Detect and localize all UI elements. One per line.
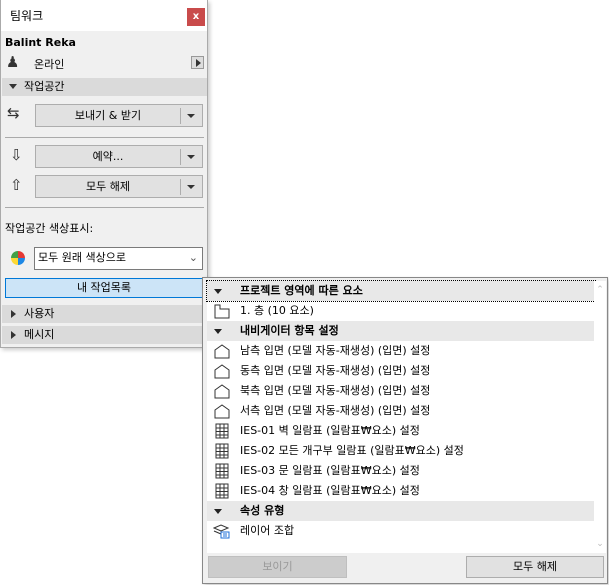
release-all-popup-button[interactable]: 모두 해제: [466, 556, 604, 578]
list-item[interactable]: IES-04 창 일람표 (일람표₩요소) 설정: [207, 481, 595, 501]
list-item[interactable]: 동측 입면 (모델 자동-재생성) (입면) 설정: [207, 361, 595, 381]
chevron-down-icon: ⌄: [188, 251, 198, 264]
color-label: 작업공간 색상표시:: [5, 222, 94, 235]
title-bar[interactable]: 팀워크 x: [1, 0, 207, 31]
select-value: 모두 원래 색상으로: [38, 251, 126, 264]
messages-section-header[interactable]: 메시지: [2, 326, 207, 344]
schedule-icon: [213, 483, 231, 499]
collapse-icon[interactable]: [214, 329, 222, 334]
divider: [5, 137, 204, 138]
user-name: Balint Reka: [5, 36, 76, 49]
chevron-down-icon[interactable]: [180, 179, 202, 195]
list-item[interactable]: 1. 층 (10 요소): [207, 301, 595, 321]
palette-title: 팀워크: [10, 9, 44, 23]
button-label: 모두 해제: [86, 180, 130, 193]
reserve-button[interactable]: 예약...: [35, 145, 203, 168]
elevation-icon: [213, 383, 231, 399]
schedule-icon: [213, 423, 231, 439]
section-label: 사용자: [24, 307, 55, 320]
group-header[interactable]: 내비게이터 항목 설정: [207, 321, 595, 341]
divider: [5, 207, 204, 208]
chevron-down-icon[interactable]: [180, 108, 202, 124]
group-header[interactable]: 프로젝트 영역에 따른 요소: [206, 280, 596, 302]
user-icon: ♟: [6, 53, 20, 71]
story-icon: [213, 303, 231, 319]
list-item[interactable]: 레이어 조합: [207, 521, 595, 541]
group-label: 속성 유형: [240, 504, 285, 517]
worklist-popup: 프로젝트 영역에 따른 요소 1. 층 (10 요소) 내비게이터 항목 설정남측 …: [202, 277, 608, 584]
send-receive-icon: ⇆: [7, 104, 20, 122]
layer-combination-icon: [212, 523, 231, 539]
list-item[interactable]: IES-03 문 일람표 (일람표₩요소) 설정: [207, 461, 595, 481]
collapse-icon[interactable]: [214, 289, 222, 294]
list-item[interactable]: IES-01 벽 일람표 (일람표₩요소) 설정: [207, 421, 595, 441]
item-label: 1. 층 (10 요소): [240, 304, 314, 317]
release-all-button[interactable]: 모두 해제: [35, 175, 203, 198]
group-header[interactable]: 속성 유형: [207, 501, 595, 521]
item-label: IES-03 문 일람표 (일람표₩요소) 설정: [240, 464, 420, 477]
status-menu-button[interactable]: [191, 56, 204, 69]
show-button[interactable]: 보이기: [208, 556, 347, 578]
item-label: 남측 입면 (모델 자동-재생성) (입면) 설정: [240, 344, 431, 357]
item-label: 서측 입면 (모델 자동-재생성) (입면) 설정: [240, 404, 431, 417]
item-label: IES-02 모든 개구부 일람표 (일람표₩요소) 설정: [240, 444, 464, 457]
list-item[interactable]: IES-02 모든 개구부 일람표 (일람표₩요소) 설정: [207, 441, 595, 461]
list-item[interactable]: 북측 입면 (모델 자동-재생성) (입면) 설정: [207, 381, 595, 401]
users-section-header[interactable]: 사용자: [2, 305, 207, 323]
item-label: IES-04 창 일람표 (일람표₩요소) 설정: [240, 484, 420, 497]
scrollbar[interactable]: ⌃ ⌄: [594, 281, 606, 553]
color-select[interactable]: 모두 원래 색상으로 ⌄: [34, 247, 203, 270]
group-label: 내비게이터 항목 설정: [240, 324, 339, 337]
reserve-arrow-icon: ⇩: [10, 146, 23, 164]
section-label: 메시지: [24, 328, 55, 341]
group-label: 프로젝트 영역에 따른 요소: [240, 284, 363, 297]
chevron-down-icon[interactable]: [180, 149, 202, 165]
elevation-icon: [213, 343, 231, 359]
collapse-icon[interactable]: [214, 509, 222, 514]
button-label: 예약...: [92, 150, 124, 163]
item-label: 북측 입면 (모델 자동-재생성) (입면) 설정: [240, 384, 431, 397]
release-arrow-icon: ⇧: [10, 176, 23, 194]
item-label: 동측 입면 (모델 자동-재생성) (입면) 설정: [240, 364, 431, 377]
status-label: 온라인: [34, 58, 65, 71]
workspace-section-header[interactable]: 작업공간: [2, 78, 207, 96]
elevation-icon: [213, 363, 231, 379]
section-label: 작업공간: [24, 80, 65, 93]
list-item[interactable]: 남측 입면 (모델 자동-재생성) (입면) 설정: [207, 341, 595, 361]
worklist-list[interactable]: 프로젝트 영역에 따른 요소 1. 층 (10 요소) 내비게이터 항목 설정남측 …: [206, 280, 596, 553]
send-receive-button[interactable]: 보내기 & 받기: [35, 104, 203, 127]
schedule-icon: [213, 443, 231, 459]
close-button[interactable]: x: [187, 8, 205, 26]
item-label: IES-01 벽 일람표 (일람표₩요소) 설정: [240, 424, 420, 437]
teamwork-palette: 팀워크 x Balint Reka ♟ 온라인 작업공간 ⇆ 보내기 & 받기 …: [0, 0, 208, 348]
schedule-icon: [213, 463, 231, 479]
my-worklist-button[interactable]: 내 작업목록: [5, 278, 203, 298]
button-label: 내 작업목록: [76, 281, 132, 294]
list-item[interactable]: 서측 입면 (모델 자동-재생성) (입면) 설정: [207, 401, 595, 421]
color-icon: [11, 251, 25, 265]
button-label: 보내기 & 받기: [74, 109, 142, 122]
item-label: 레이어 조합: [240, 524, 295, 537]
elevation-icon: [213, 403, 231, 419]
